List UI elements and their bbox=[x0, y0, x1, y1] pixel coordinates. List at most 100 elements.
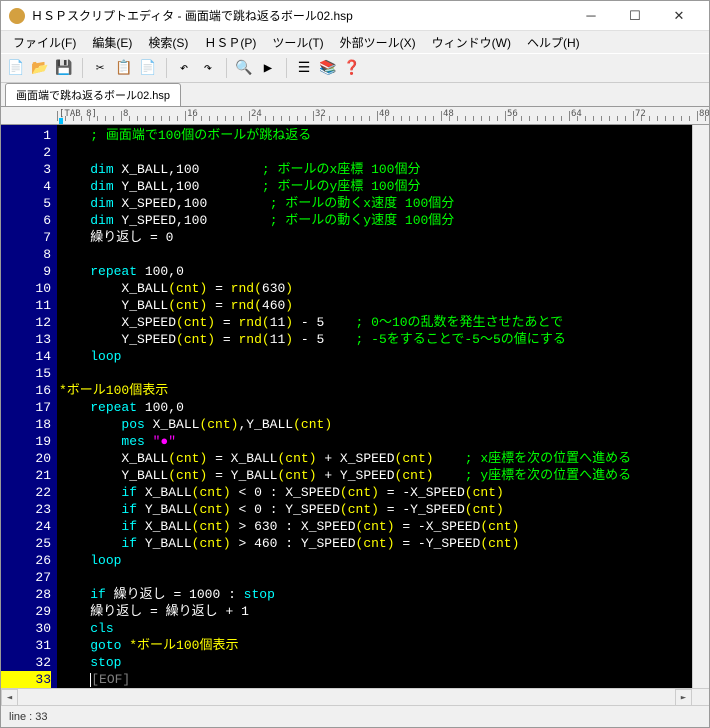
menu-tools[interactable]: ツール(T) bbox=[264, 32, 331, 53]
line-number: 4 bbox=[1, 178, 51, 195]
line-number: 23 bbox=[1, 501, 51, 518]
code-line[interactable]: cls bbox=[59, 620, 692, 637]
toolbar-separator bbox=[221, 58, 227, 78]
minimize-button[interactable]: ─ bbox=[569, 2, 613, 30]
code-line[interactable]: if X_BALL(cnt) > 630 : X_SPEED(cnt) = -X… bbox=[59, 518, 692, 535]
redo-button[interactable]: ↷ bbox=[197, 57, 219, 79]
code-line[interactable]: mes "●" bbox=[59, 433, 692, 450]
menu-window[interactable]: ウィンドウ(W) bbox=[424, 32, 519, 53]
list2-button[interactable]: 📚 bbox=[317, 57, 339, 79]
line-number: 9 bbox=[1, 263, 51, 280]
code-line[interactable]: 繰り返し = 繰り返し + 1 bbox=[59, 603, 692, 620]
line-number: 2 bbox=[1, 144, 51, 161]
line-number: 12 bbox=[1, 314, 51, 331]
line-number: 28 bbox=[1, 586, 51, 603]
line-number: 3 bbox=[1, 161, 51, 178]
window-title: ＨＳＰスクリプトエディタ - 画面端で跳ね返るボール02.hsp bbox=[31, 7, 569, 24]
undo-button[interactable]: ↶ bbox=[173, 57, 195, 79]
code-line[interactable] bbox=[59, 365, 692, 382]
copy-button[interactable]: 📋 bbox=[113, 57, 135, 79]
titlebar: ＨＳＰスクリプトエディタ - 画面端で跳ね返るボール02.hsp ─ ☐ ✕ bbox=[1, 1, 709, 31]
line-number: 21 bbox=[1, 467, 51, 484]
run-button[interactable]: ▶ bbox=[257, 57, 279, 79]
code-line[interactable]: loop bbox=[59, 552, 692, 569]
line-number: 18 bbox=[1, 416, 51, 433]
code-line[interactable]: [EOF] bbox=[59, 671, 692, 688]
line-number: 27 bbox=[1, 569, 51, 586]
line-number: 15 bbox=[1, 365, 51, 382]
code-line[interactable]: if Y_BALL(cnt) < 0 : Y_SPEED(cnt) = -Y_S… bbox=[59, 501, 692, 518]
status-line-text: line : 33 bbox=[9, 711, 48, 723]
paste-button[interactable]: 📄 bbox=[137, 57, 159, 79]
code-line[interactable]: X_BALL(cnt) = rnd(630) bbox=[59, 280, 692, 297]
line-number: 22 bbox=[1, 484, 51, 501]
maximize-button[interactable]: ☐ bbox=[613, 2, 657, 30]
scroll-left-button[interactable]: ◄ bbox=[1, 689, 18, 706]
line-number: 24 bbox=[1, 518, 51, 535]
open-file-button[interactable]: 📂 bbox=[29, 57, 51, 79]
code-line[interactable]: *ボール100個表示 bbox=[59, 382, 692, 399]
menu-search[interactable]: 検索(S) bbox=[140, 32, 196, 53]
line-number: 26 bbox=[1, 552, 51, 569]
line-number: 20 bbox=[1, 450, 51, 467]
line-number: 17 bbox=[1, 399, 51, 416]
code-line[interactable]: 繰り返し = 0 bbox=[59, 229, 692, 246]
code-line[interactable]: Y_SPEED(cnt) = rnd(11) - 5 ; -5をすることで-5～… bbox=[59, 331, 692, 348]
ruler: [TAB 8]816243240485664728088 bbox=[1, 107, 709, 125]
code-line[interactable]: dim X_SPEED,100 ; ボールの動くx速度 100個分 bbox=[59, 195, 692, 212]
line-number: 7 bbox=[1, 229, 51, 246]
code-editor[interactable]: ; 画面端で100個のボールが跳ね返る dim X_BALL,100 ; ボール… bbox=[57, 125, 692, 688]
line-number: 25 bbox=[1, 535, 51, 552]
menu-ext-tools[interactable]: 外部ツール(X) bbox=[332, 32, 424, 53]
toolbar-separator bbox=[161, 58, 167, 78]
code-line[interactable]: repeat 100,0 bbox=[59, 263, 692, 280]
code-line[interactable] bbox=[59, 144, 692, 161]
toolbar: 📄 📂 💾 ✂ 📋 📄 ↶ ↷ 🔍 ▶ ☰ 📚 ❓ bbox=[1, 53, 709, 83]
line-number: 1 bbox=[1, 127, 51, 144]
find-button[interactable]: 🔍 bbox=[233, 57, 255, 79]
file-tab[interactable]: 画面端で跳ね返るボール02.hsp bbox=[5, 83, 181, 106]
code-line[interactable]: if Y_BALL(cnt) > 460 : Y_SPEED(cnt) = -Y… bbox=[59, 535, 692, 552]
line-number: 11 bbox=[1, 297, 51, 314]
cut-button[interactable]: ✂ bbox=[89, 57, 111, 79]
line-number: 8 bbox=[1, 246, 51, 263]
code-line[interactable]: pos X_BALL(cnt),Y_BALL(cnt) bbox=[59, 416, 692, 433]
code-line[interactable]: stop bbox=[59, 654, 692, 671]
save-file-button[interactable]: 💾 bbox=[53, 57, 75, 79]
code-line[interactable]: if 繰り返し = 1000 : stop bbox=[59, 586, 692, 603]
code-line[interactable]: loop bbox=[59, 348, 692, 365]
code-line[interactable] bbox=[59, 569, 692, 586]
new-file-button[interactable]: 📄 bbox=[5, 57, 27, 79]
code-line[interactable]: dim X_BALL,100 ; ボールのx座標 100個分 bbox=[59, 161, 692, 178]
code-line[interactable]: X_BALL(cnt) = X_BALL(cnt) + X_SPEED(cnt)… bbox=[59, 450, 692, 467]
code-line[interactable]: dim Y_BALL,100 ; ボールのy座標 100個分 bbox=[59, 178, 692, 195]
code-line[interactable]: Y_BALL(cnt) = rnd(460) bbox=[59, 297, 692, 314]
line-number: 10 bbox=[1, 280, 51, 297]
status-bar: line : 33 bbox=[1, 705, 709, 727]
editor-area: 1234567891011121314151617181920212223242… bbox=[1, 125, 709, 688]
menu-edit[interactable]: 編集(E) bbox=[84, 32, 140, 53]
help-button[interactable]: ❓ bbox=[341, 57, 363, 79]
menu-file[interactable]: ファイル(F) bbox=[5, 32, 84, 53]
menubar: ファイル(F) 編集(E) 検索(S) ＨＳＰ(P) ツール(T) 外部ツール(… bbox=[1, 31, 709, 53]
code-line[interactable]: if X_BALL(cnt) < 0 : X_SPEED(cnt) = -X_S… bbox=[59, 484, 692, 501]
code-line[interactable]: X_SPEED(cnt) = rnd(11) - 5 ; 0～10の乱数を発生さ… bbox=[59, 314, 692, 331]
line-number: 14 bbox=[1, 348, 51, 365]
code-line[interactable]: goto *ボール100個表示 bbox=[59, 637, 692, 654]
line-number: 29 bbox=[1, 603, 51, 620]
menu-hsp[interactable]: ＨＳＰ(P) bbox=[196, 32, 264, 53]
code-line[interactable]: ; 画面端で100個のボールが跳ね返る bbox=[59, 127, 692, 144]
vertical-scrollbar[interactable] bbox=[692, 125, 709, 688]
list1-button[interactable]: ☰ bbox=[293, 57, 315, 79]
app-icon bbox=[9, 8, 25, 24]
code-line[interactable]: repeat 100,0 bbox=[59, 399, 692, 416]
code-line[interactable]: Y_BALL(cnt) = Y_BALL(cnt) + Y_SPEED(cnt)… bbox=[59, 467, 692, 484]
close-button[interactable]: ✕ bbox=[657, 2, 701, 30]
window-controls: ─ ☐ ✕ bbox=[569, 2, 701, 30]
code-line[interactable]: dim Y_SPEED,100 ; ボールの動くy速度 100個分 bbox=[59, 212, 692, 229]
horizontal-scrollbar[interactable] bbox=[18, 689, 675, 705]
code-line[interactable] bbox=[59, 246, 692, 263]
menu-help[interactable]: ヘルプ(H) bbox=[519, 32, 588, 53]
scroll-corner bbox=[692, 689, 709, 705]
scroll-right-button[interactable]: ► bbox=[675, 689, 692, 706]
